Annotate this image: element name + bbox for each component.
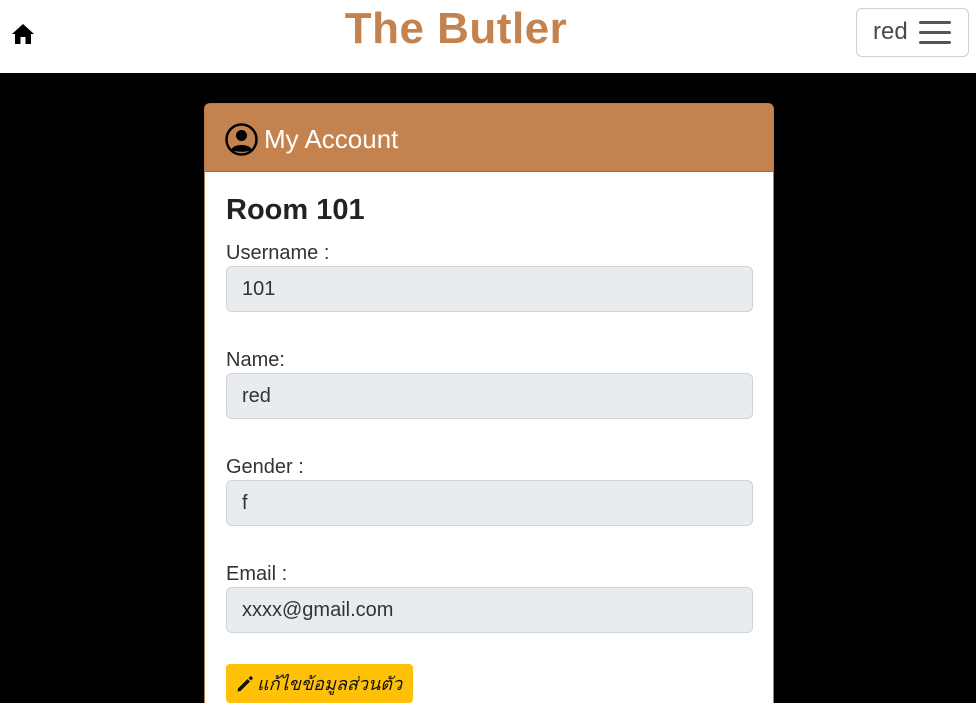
brand-title[interactable]: The Butler <box>0 4 912 54</box>
gender-field[interactable]: f <box>226 480 753 526</box>
card-header: My Account <box>205 104 773 172</box>
email-label: Email : <box>226 563 288 585</box>
hamburger-icon <box>919 20 951 46</box>
email-field[interactable]: xxxx@gmail.com <box>226 587 753 633</box>
username-label: Username : <box>226 242 330 264</box>
name-label: Name: <box>226 349 285 371</box>
gender-label: Gender : <box>226 456 304 478</box>
username-field[interactable]: 101 <box>226 266 753 312</box>
room-title: Room 101 <box>226 194 365 226</box>
user-name: red <box>873 18 908 45</box>
edit-profile-label: แก้ไขข้อมูลส่วนตัว <box>257 674 403 694</box>
user-menu-toggle[interactable]: red <box>856 8 969 57</box>
edit-profile-button[interactable]: แก้ไขข้อมูลส่วนตัว <box>226 664 414 703</box>
top-navbar: The Butler red <box>0 0 976 73</box>
card-title: My Account <box>264 124 399 154</box>
name-field[interactable]: red <box>226 373 753 419</box>
pencil-icon <box>237 675 253 691</box>
account-card: My Account Room 101 Username : 101 Name:… <box>204 103 774 703</box>
user-circle-icon <box>225 123 258 156</box>
